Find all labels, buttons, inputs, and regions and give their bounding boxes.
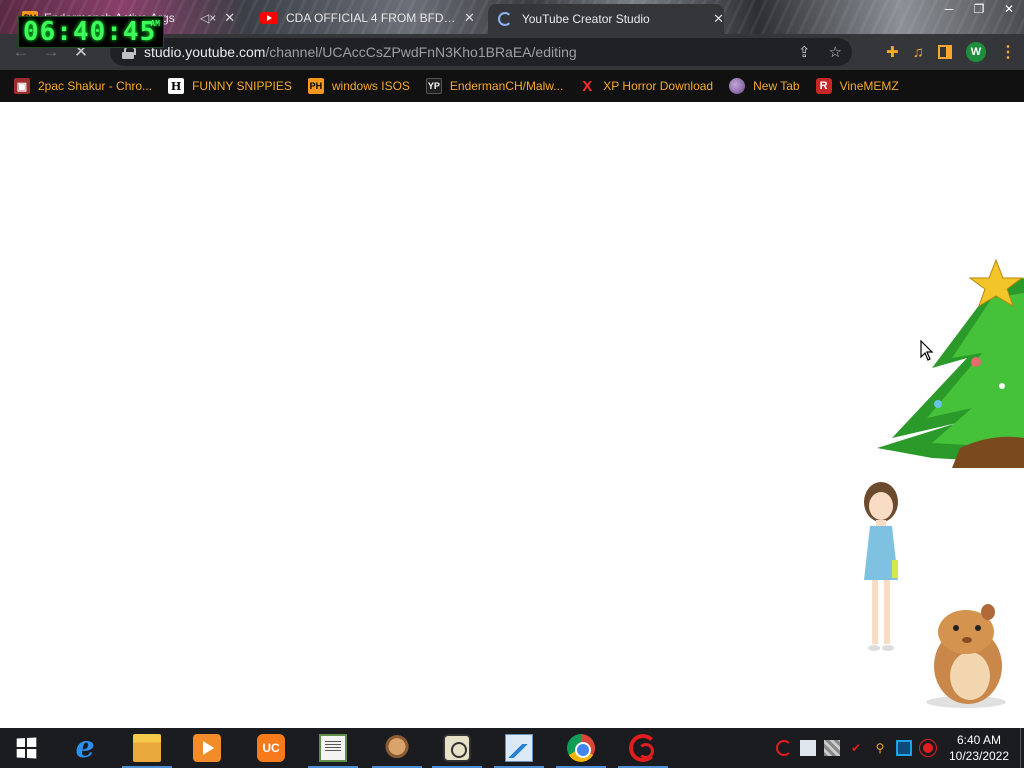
windows-logo-icon xyxy=(16,737,37,759)
bookmark-label: XP Horror Download xyxy=(603,79,714,93)
tab-youtube-creator-studio[interactable]: YouTube Creator Studio ✕ xyxy=(488,4,724,34)
red-v-tray-icon[interactable]: ✔ xyxy=(848,740,864,756)
restore-icon[interactable]: ❐ xyxy=(964,0,994,20)
taskbar-stopwatch-app[interactable] xyxy=(428,728,486,768)
bookmark-funny-snippies[interactable]: H FUNNY SNIPPIES xyxy=(168,78,292,94)
h-icon: H xyxy=(168,78,185,94)
toolbar-right-icons: ✚ ♫ W ⋮ xyxy=(886,38,1016,66)
muted-speaker-icon[interactable]: ◁× xyxy=(200,11,216,25)
monitor-tray-icon[interactable] xyxy=(896,740,912,756)
bookmark-new-tab[interactable]: New Tab xyxy=(729,78,800,94)
mouse-cursor-icon xyxy=(920,340,934,361)
loading-spinner-icon xyxy=(498,12,512,26)
share-icon[interactable]: ⇪ xyxy=(798,43,811,61)
taskbar-uc-browser[interactable]: UC xyxy=(242,728,300,768)
minimize-icon[interactable]: ─ xyxy=(934,0,964,20)
taskbar-chrome[interactable] xyxy=(552,728,610,768)
extensions-puzzle-icon[interactable]: ✚ xyxy=(886,43,899,61)
close-tab-icon[interactable]: ✕ xyxy=(713,11,724,27)
2pac-icon: ▣ xyxy=(14,78,30,94)
anime-girl-overlay xyxy=(864,482,898,651)
media-player-icon xyxy=(193,734,221,762)
search-tray-icon[interactable]: ⚲ xyxy=(872,740,888,756)
desktop-clock-widget: 06:40:45 AM xyxy=(18,16,164,48)
file-explorer-icon xyxy=(133,734,161,762)
x-icon: X xyxy=(582,77,593,95)
tab-title: YouTube Creator Studio xyxy=(521,12,650,26)
profile-avatar[interactable]: W xyxy=(966,42,986,62)
taskbar-red-spiral-app[interactable] xyxy=(614,728,672,768)
start-button[interactable] xyxy=(0,728,52,768)
taskbar-file-explorer[interactable] xyxy=(118,728,176,768)
image-tray-icon[interactable] xyxy=(800,740,816,756)
internet-explorer-icon: e xyxy=(75,730,95,765)
stopwatch-app-icon xyxy=(443,734,471,762)
taskbar-media-player[interactable] xyxy=(178,728,236,768)
close-tab-icon[interactable]: ✕ xyxy=(464,10,475,26)
taskbar-date: 10/23/2022 xyxy=(948,749,1010,763)
tab-cda-official[interactable]: CDA OFFICIAL 4 FROM BFDI!!!!!! ✕ xyxy=(256,4,482,32)
bookmark-label: windows ISOS xyxy=(331,79,410,93)
bookmark-label: 2pac Shakur - Chro... xyxy=(38,79,153,93)
show-desktop-button[interactable] xyxy=(1020,728,1024,768)
hamster-app-icon xyxy=(383,734,411,762)
globe-icon xyxy=(729,78,746,94)
side-panel-icon[interactable] xyxy=(938,45,952,59)
bookmark-star-icon[interactable]: ☆ xyxy=(829,43,842,61)
ph-icon: PH xyxy=(307,78,324,94)
address-bar-actions: ⇪ ☆ xyxy=(798,38,842,66)
checker-tray-icon[interactable] xyxy=(824,740,840,756)
bookmark-windows-isos[interactable]: PH windows ISOS xyxy=(307,78,410,94)
document-viewer-icon xyxy=(319,734,347,762)
system-tray: ✔ ⚲ 6:40 AM 10/23/2022 xyxy=(776,728,1024,768)
bookmark-label: New Tab xyxy=(753,79,800,93)
bookmark-label: VineMEMZ xyxy=(839,79,899,93)
bookmark-label: EndermanCH/Malw... xyxy=(449,79,564,93)
record-tray-icon[interactable] xyxy=(920,740,936,756)
url-text[interactable]: studio.youtube.com/channel/UCAccCsZPwdFn… xyxy=(144,44,577,60)
address-bar[interactable]: studio.youtube.com/channel/UCAccCsZPwdFn… xyxy=(110,38,852,66)
r-icon: R xyxy=(815,78,832,94)
bookmark-endermanch-malware[interactable]: YP EndermanCH/Malw... xyxy=(425,78,564,94)
close-window-icon[interactable]: ✕ xyxy=(994,0,1024,20)
menu-kebab-icon[interactable]: ⋮ xyxy=(1000,42,1016,62)
clock-ampm: AM xyxy=(150,19,160,28)
uc-browser-icon: UC xyxy=(257,734,285,762)
red-spiral-app-icon xyxy=(629,734,657,762)
taskbar-document-viewer[interactable] xyxy=(304,728,362,768)
bookmark-2pac[interactable]: ▣ 2pac Shakur - Chro... xyxy=(14,78,152,94)
tab-title: CDA OFFICIAL 4 FROM BFDI!!!!!! xyxy=(286,11,456,25)
taskbar-time: 6:40 AM xyxy=(956,733,1002,747)
bookmark-vinememz[interactable]: R VineMEMZ xyxy=(815,78,899,94)
close-tab-icon[interactable]: ✕ xyxy=(224,10,235,26)
resource-monitor-icon xyxy=(505,734,533,762)
media-control-icon[interactable]: ♫ xyxy=(913,44,924,61)
windows-taskbar: e UC ✔ ⚲ 6:40 AM 10/23/2022 xyxy=(0,728,1024,768)
taskbar-hamster-app[interactable] xyxy=(368,728,426,768)
taskbar-resource-monitor[interactable] xyxy=(490,728,548,768)
bookmark-xp-horror[interactable]: X XP Horror Download xyxy=(579,77,714,95)
taskbar-internet-explorer[interactable]: e xyxy=(56,728,114,768)
bookmark-label: FUNNY SNIPPIES xyxy=(192,79,292,93)
taskbar-clock[interactable]: 6:40 AM 10/23/2022 xyxy=(944,732,1014,764)
bookmarks-bar: ▣ 2pac Shakur - Chro... H FUNNY SNIPPIES… xyxy=(0,70,1024,102)
youtube-favicon xyxy=(260,12,278,24)
yp-icon: YP xyxy=(425,78,442,94)
chrome-icon xyxy=(567,734,595,762)
clock-time: 06:40:45 xyxy=(23,17,157,47)
hamster-overlay xyxy=(926,604,1006,708)
spiral-tray-icon[interactable] xyxy=(776,740,792,756)
christmas-tree-overlay xyxy=(877,258,1024,468)
screen: PH Endermanch Active Args ◁× ✕ CDA OFFIC… xyxy=(0,0,1024,768)
window-controls: ─ ❐ ✕ xyxy=(934,0,1024,20)
url-path: /channel/UCAccCsZPwdFnN3Kho1BRaEA/editin… xyxy=(265,44,577,60)
